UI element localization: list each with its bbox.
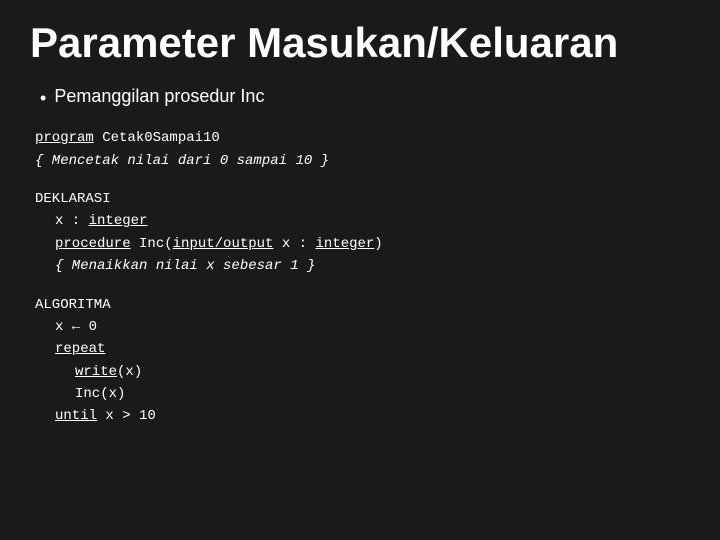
integer-keyword-2: integer — [315, 236, 374, 252]
program-comment: { Mencetak nilai dari 0 sampai 10 } — [35, 150, 690, 172]
algoritma-label: ALGORITMA — [35, 294, 690, 316]
inc-call-line: Inc(x) — [35, 383, 690, 405]
until-line: until x > 10 — [35, 405, 690, 427]
deklarasi-x-line: x : integer — [35, 210, 690, 232]
bullet-dot: • — [40, 88, 46, 109]
deklarasi-block: DEKLARASI x : integer procedure Inc(inpu… — [30, 188, 690, 278]
repeat-keyword: repeat — [55, 341, 105, 357]
x-assign-line: x ← 0 — [35, 316, 690, 338]
deklarasi-label: DEKLARASI — [35, 188, 690, 210]
procedure-line: procedure Inc(input/output x : integer) — [35, 233, 690, 255]
write-line: write(x) — [35, 361, 690, 383]
bullet-item: • Pemanggilan prosedur Inc — [30, 86, 690, 109]
procedure-comment: { Menaikkan nilai x sebesar 1 } — [35, 255, 690, 277]
program-header-block: program Cetak0Sampai10 { Mencetak nilai … — [30, 127, 690, 172]
program-keyword: program — [35, 130, 94, 146]
bullet-text: Pemanggilan prosedur Inc — [54, 86, 264, 107]
inputoutput-keyword: input/output — [173, 236, 274, 252]
program-line: program Cetak0Sampai10 — [35, 127, 690, 149]
until-keyword: until — [55, 408, 97, 424]
write-keyword: write — [75, 364, 117, 380]
integer-keyword-1: integer — [89, 213, 148, 229]
page-title: Parameter Masukan/Keluaran — [30, 20, 690, 66]
page-container: Parameter Masukan/Keluaran • Pemanggilan… — [0, 0, 720, 540]
algoritma-block: ALGORITMA x ← 0 repeat write(x) Inc(x) u… — [30, 294, 690, 428]
procedure-keyword: procedure — [55, 236, 131, 252]
repeat-line: repeat — [35, 338, 690, 360]
